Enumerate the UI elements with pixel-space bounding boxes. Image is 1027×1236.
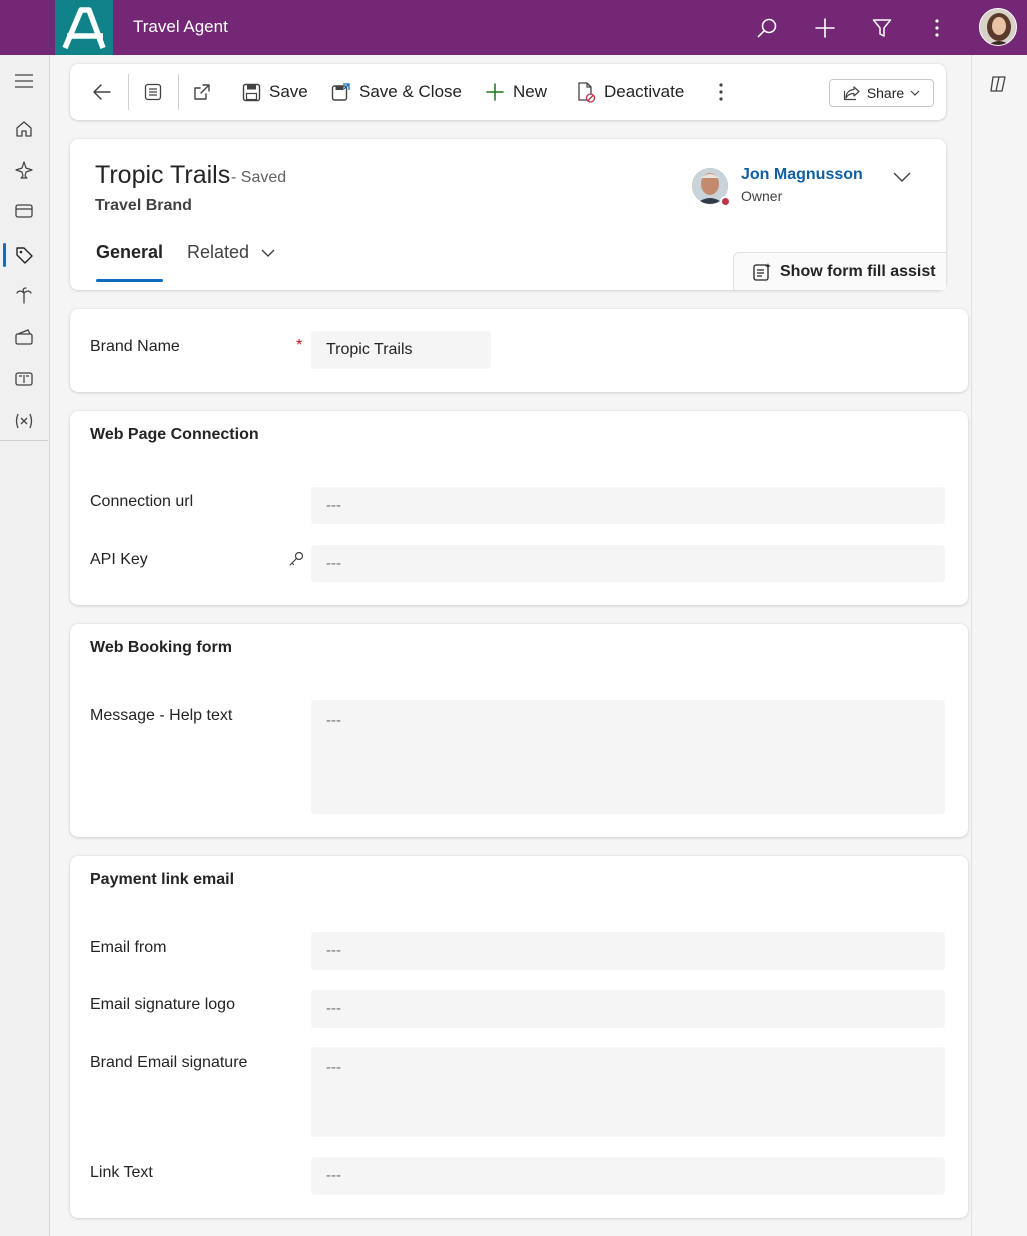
brand-email-signature-label: Brand Email signature: [90, 1054, 248, 1071]
app-logo[interactable]: [55, 0, 113, 55]
form-fill-assist-button[interactable]: Show form fill assist: [733, 252, 946, 290]
variable-icon[interactable]: [0, 403, 48, 439]
email-signature-logo-label: Email signature logo: [90, 996, 235, 1013]
command-bar: Save Save & Close New Deactivate Share: [70, 64, 946, 120]
connection-url-input[interactable]: ---: [311, 487, 945, 524]
form-assist-icon: [753, 262, 771, 281]
new-label: New: [513, 82, 548, 101]
share-button[interactable]: Share: [829, 79, 934, 107]
more-vertical-icon[interactable]: [922, 13, 952, 43]
book-icon[interactable]: [0, 361, 48, 397]
brand-name-label: Brand Name: [90, 338, 180, 355]
home-icon[interactable]: [0, 111, 48, 147]
separator: [128, 74, 129, 110]
left-navigation: [0, 55, 50, 1236]
brand-email-signature-input[interactable]: ---: [311, 1047, 945, 1137]
save-close-label: Save & Close: [359, 82, 462, 101]
nav-divider: [0, 440, 48, 441]
record-title: Tropic Trails: [95, 161, 231, 189]
email-from-label: Email from: [90, 939, 167, 956]
user-avatar[interactable]: [979, 8, 1017, 46]
record-header: Tropic Trails - Saved Travel Brand Jon M…: [70, 139, 946, 290]
chevron-down-icon: [910, 90, 920, 96]
menu-icon[interactable]: [0, 63, 48, 99]
section-main: Brand Name * Tropic Trails: [70, 309, 968, 392]
card-icon[interactable]: [0, 193, 48, 229]
api-key-label: API Key: [90, 551, 148, 568]
save-status: - Saved: [231, 169, 287, 186]
presence-busy-icon: [720, 196, 731, 207]
separator: [178, 74, 179, 110]
link-text-input[interactable]: ---: [311, 1157, 945, 1195]
save-label: Save: [269, 82, 308, 101]
section-web-booking-form: Web Booking form Message - Help text ---: [70, 624, 968, 837]
owner-role: Owner: [741, 188, 783, 204]
key-icon: [288, 551, 304, 567]
tag-icon[interactable]: [0, 237, 48, 273]
connection-url-label: Connection url: [90, 493, 194, 510]
add-icon[interactable]: [810, 13, 840, 43]
filter-icon[interactable]: [867, 13, 897, 43]
api-key-input[interactable]: ---: [311, 545, 945, 582]
required-indicator: *: [296, 337, 303, 354]
section-title: Payment link email: [90, 871, 235, 888]
message-help-text-input[interactable]: ---: [311, 700, 945, 814]
link-text-label: Link Text: [90, 1164, 153, 1181]
tab-related-label: Related: [187, 242, 250, 262]
chevron-down-icon: [893, 172, 911, 182]
header-expand-button[interactable]: [889, 166, 915, 188]
tab-active-indicator: [96, 279, 163, 282]
section-payment-link-email: Payment link email Email from --- Email …: [70, 856, 968, 1218]
section-title: Web Booking form: [90, 639, 232, 656]
email-signature-logo-input[interactable]: ---: [311, 990, 945, 1028]
tab-general[interactable]: General: [96, 242, 163, 263]
email-from-input[interactable]: ---: [311, 932, 945, 970]
deactivate-label: Deactivate: [604, 82, 685, 101]
airplane-icon[interactable]: [0, 152, 48, 188]
save-close-icon: [331, 83, 350, 101]
palm-tree-icon[interactable]: [0, 277, 48, 313]
save-icon: [242, 83, 261, 101]
deactivate-icon: [578, 82, 596, 103]
chevron-down-icon: [261, 249, 275, 257]
add-icon: [486, 83, 504, 101]
copilot-icon[interactable]: [988, 73, 1010, 95]
app-header: Travel Agent: [0, 0, 1027, 55]
list-icon: [144, 83, 162, 101]
ticket-icon[interactable]: [0, 319, 48, 355]
save-button[interactable]: Save: [242, 64, 308, 120]
tab-related[interactable]: Related: [187, 242, 275, 263]
share-label: Share: [866, 85, 905, 101]
form-fill-assist-label: Show form fill assist: [780, 262, 936, 280]
section-web-page-connection: Web Page Connection Connection url --- A…: [70, 411, 968, 605]
share-icon: [843, 86, 860, 101]
open-in-new-icon: [194, 84, 210, 100]
brand-name-input[interactable]: Tropic Trails: [311, 331, 491, 369]
more-commands-button[interactable]: [718, 64, 724, 120]
search-icon[interactable]: [752, 13, 782, 43]
message-help-text-label: Message - Help text: [90, 707, 233, 724]
section-title: Web Page Connection: [90, 426, 259, 443]
save-close-button[interactable]: Save & Close: [331, 64, 462, 120]
user-photo-icon: [980, 9, 1016, 45]
back-arrow-icon: [93, 84, 111, 100]
record-set-button[interactable]: [143, 64, 163, 120]
back-button[interactable]: [92, 64, 112, 120]
app-logo-icon: [62, 6, 106, 49]
more-vertical-icon: [719, 83, 723, 101]
app-title[interactable]: Travel Agent: [133, 17, 228, 37]
right-rail: [971, 55, 1027, 1236]
deactivate-button[interactable]: Deactivate: [576, 64, 684, 120]
owner-name-link[interactable]: Jon Magnusson: [741, 166, 863, 184]
entity-name: Travel Brand: [95, 197, 192, 214]
open-new-window-button[interactable]: [192, 64, 212, 120]
new-button[interactable]: New: [485, 64, 547, 120]
